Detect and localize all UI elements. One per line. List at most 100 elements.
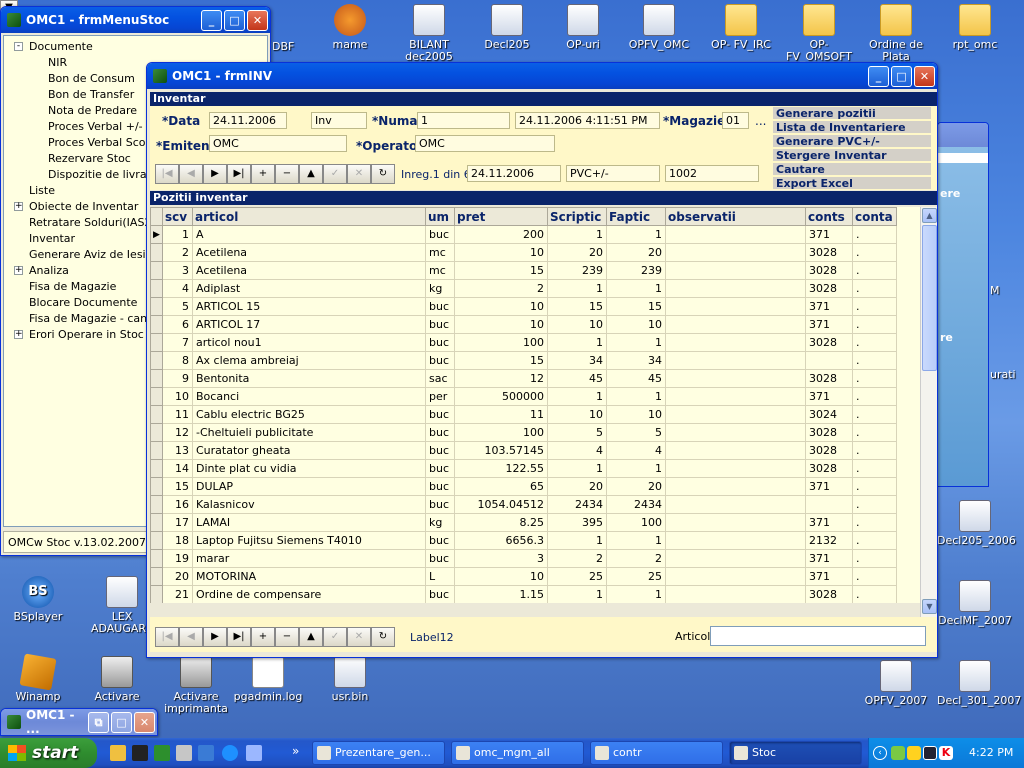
menu-tree-item[interactable]: Rezervare Stoc	[48, 152, 131, 166]
table-cell[interactable]	[665, 531, 806, 550]
table-cell[interactable]	[665, 513, 806, 532]
table-cell[interactable]: 15	[454, 351, 548, 370]
table-cell[interactable]: ARTICOL 17	[192, 315, 426, 334]
table-cell[interactable]: .	[852, 225, 897, 244]
table-row[interactable]: 2 Acetilena mc 10 20 20 3028.	[150, 243, 897, 262]
tray-app-icon[interactable]	[923, 746, 937, 760]
table-cell[interactable]: 5	[162, 297, 193, 316]
table-row[interactable]: 20 MOTORINA L 10 25 25 371.	[150, 567, 897, 586]
table-cell[interactable]: buc	[425, 351, 455, 370]
collapse-icon[interactable]: -	[14, 42, 23, 51]
table-cell[interactable]	[665, 279, 806, 298]
table-cell[interactable]: kg	[425, 513, 455, 532]
refresh-record-button[interactable]: ↻	[371, 627, 395, 647]
table-cell[interactable]: 2	[162, 243, 193, 262]
table-cell[interactable]: .	[852, 369, 897, 388]
table-cell[interactable]: 371	[805, 567, 853, 586]
menu-tree-item[interactable]: Documente	[29, 40, 93, 54]
side-button[interactable]: Generare PVC+/-	[773, 135, 931, 148]
table-cell[interactable]: 100	[454, 423, 548, 442]
table-cell[interactable]: mc	[425, 243, 455, 262]
table-cell[interactable]: 25	[547, 567, 607, 586]
table-cell[interactable]: buc	[425, 549, 455, 568]
row-selector[interactable]	[150, 243, 163, 262]
table-row[interactable]: 10 Bocanci per 500000 1 1 371.	[150, 387, 897, 406]
desktop-icon[interactable]: BILANT dec2005	[391, 4, 467, 63]
table-cell[interactable]: .	[852, 549, 897, 568]
table-cell[interactable]: buc	[425, 423, 455, 442]
table-cell[interactable]: 3028	[805, 459, 853, 478]
table-cell[interactable]: 6656.3	[454, 531, 548, 550]
table-cell[interactable]: 19	[162, 549, 193, 568]
table-cell[interactable]: 1	[606, 387, 666, 406]
table-cell[interactable]: 15	[454, 261, 548, 280]
scroll-thumb[interactable]	[922, 225, 937, 371]
table-cell[interactable]: 1	[547, 459, 607, 478]
table-cell[interactable]: .	[852, 405, 897, 424]
table-cell[interactable]	[665, 333, 806, 352]
table-cell[interactable]: 239	[606, 261, 666, 280]
column-header[interactable]: observatii	[665, 207, 806, 226]
table-cell[interactable]: 12	[454, 369, 548, 388]
table-cell[interactable]: per	[425, 387, 455, 406]
desktop-icon[interactable]: Decl_301_2007	[937, 660, 1021, 707]
table-cell[interactable]: .	[852, 531, 897, 550]
column-header[interactable]: conts	[805, 207, 853, 226]
table-cell[interactable]: .	[852, 585, 897, 603]
maximize-button[interactable]: □	[891, 65, 912, 87]
table-cell[interactable]: 3028	[805, 261, 853, 280]
table-cell[interactable]	[665, 585, 806, 603]
positions-grid[interactable]: scv articol um pret Scriptic Faptic observatii…	[150, 207, 920, 603]
desktop-icon[interactable]: DeclMF_2007	[937, 580, 1013, 627]
table-cell[interactable]: 371	[805, 549, 853, 568]
table-cell[interactable]: 65	[454, 477, 548, 496]
menu-tree-item[interactable]: NIR	[48, 56, 67, 70]
cancel-record-button[interactable]: ✕	[347, 627, 371, 647]
table-cell[interactable]: Bocanci	[192, 387, 426, 406]
table-cell[interactable]: sac	[425, 369, 455, 388]
table-cell[interactable]: 9	[162, 369, 193, 388]
minimize-button[interactable]: _	[201, 9, 222, 31]
table-cell[interactable]: 3028	[805, 369, 853, 388]
table-cell[interactable]: 5	[547, 423, 607, 442]
task-contr[interactable]: contr	[590, 741, 723, 765]
task-stoc[interactable]: Stoc	[729, 741, 862, 765]
desktop-icon[interactable]: rpt_omc	[937, 4, 1013, 51]
menu-tree-item[interactable]: Proces Verbal +/-	[48, 120, 143, 134]
table-cell[interactable]: 45	[606, 369, 666, 388]
table-cell[interactable]: 2434	[547, 495, 607, 514]
table-cell[interactable]	[665, 387, 806, 406]
desktop-icon[interactable]	[176, 745, 192, 761]
numar-field[interactable]: 1	[417, 112, 510, 129]
column-header[interactable]: um	[425, 207, 455, 226]
table-row[interactable]: 5 ARTICOL 15 buc 10 15 15 371.	[150, 297, 897, 316]
table-cell[interactable]: 3028	[805, 585, 853, 603]
table-row[interactable]: 11 Cablu electric BG25 buc 11 10 10 3024.	[150, 405, 897, 424]
up-record-button[interactable]: ▲	[299, 627, 323, 647]
table-cell[interactable]: buc	[425, 585, 455, 603]
desktop-icon[interactable]: OPFV_2007	[858, 660, 934, 707]
row-selector[interactable]	[150, 315, 163, 334]
table-cell[interactable]: 20	[162, 567, 193, 586]
table-row[interactable]: 12 -Cheltuieli publicitate buc 100 5 5 3028.	[150, 423, 897, 442]
row-selector[interactable]	[150, 333, 163, 352]
table-cell[interactable]: 1054.04512	[454, 495, 548, 514]
table-cell[interactable]: buc	[425, 405, 455, 424]
table-cell[interactable]: kg	[425, 279, 455, 298]
table-row[interactable]: 9 Bentonita sac 12 45 45 3028.	[150, 369, 897, 388]
table-cell[interactable]: 371	[805, 387, 853, 406]
menu-tree-item[interactable]: Generare Aviz de Iesire	[29, 248, 157, 262]
operator-field[interactable]: OMC	[415, 135, 555, 152]
grid-body[interactable]: ▶ 1 Abuc 200 1 1 371. 2 Acetilena mc 10 20 20 3028. 3 A…	[150, 225, 897, 603]
close-button[interactable]: ✕	[914, 65, 935, 87]
menu-tree-item[interactable]: Retratare Solduri(IAS29)	[29, 216, 163, 230]
table-cell[interactable]: 100	[454, 333, 548, 352]
desktop-icon[interactable]: Ordine de Plata	[858, 4, 934, 63]
next-record-button[interactable]: ▶	[203, 164, 227, 184]
desktop-icon[interactable]: OP-uri	[545, 4, 621, 51]
scroll-up-icon[interactable]: ▲	[922, 208, 937, 223]
table-cell[interactable]	[665, 441, 806, 460]
table-cell[interactable]	[665, 225, 806, 244]
explorer-icon[interactable]	[110, 745, 126, 761]
task-prezentare[interactable]: Prezentare_gen...	[312, 741, 445, 765]
